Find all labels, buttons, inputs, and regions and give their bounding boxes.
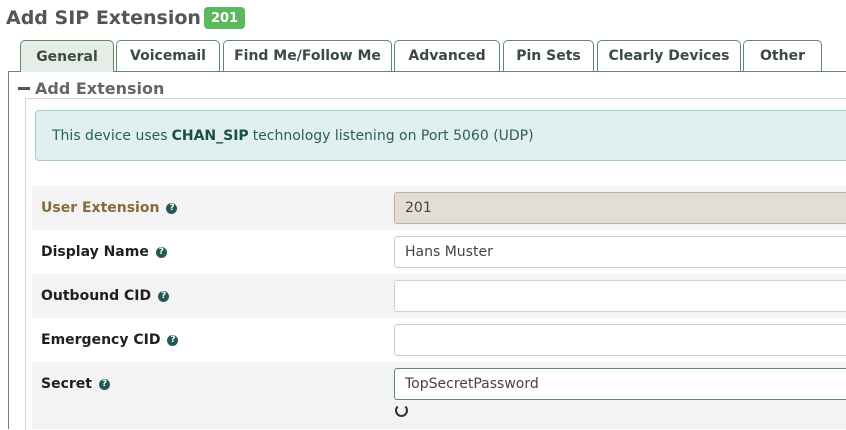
tab-other[interactable]: Other (743, 40, 822, 71)
user-extension-row: User Extension ? (32, 186, 846, 230)
emergency-cid-input[interactable] (394, 324, 846, 356)
tab-advanced[interactable]: Advanced (394, 40, 500, 71)
section-header[interactable]: Add Extension (18, 78, 164, 98)
secret-input[interactable] (394, 368, 846, 400)
help-icon[interactable]: ? (166, 202, 178, 214)
user-extension-label: User Extension ? (41, 186, 178, 230)
page-title-text: Add SIP Extension (6, 7, 201, 29)
secret-label: Secret ? (41, 362, 110, 406)
emergency-cid-label-text: Emergency CID (41, 332, 161, 348)
help-icon[interactable]: ? (167, 334, 179, 346)
help-icon[interactable]: ? (98, 378, 110, 390)
alert-suffix: technology listening on Port 5060 (UDP) (252, 127, 534, 144)
user-extension-label-text: User Extension (41, 200, 160, 216)
outbound-cid-label-text: Outbound CID (41, 288, 152, 304)
user-extension-input[interactable] (394, 192, 846, 224)
loading-spinner-icon (395, 404, 408, 417)
secret-label-text: Secret (41, 376, 92, 392)
section-title: Add Extension (35, 78, 165, 98)
outbound-cid-label: Outbound CID ? (41, 274, 170, 318)
tab-bar: General Voicemail Find Me/Follow Me Adva… (8, 40, 846, 72)
secret-row: Secret ? (32, 362, 846, 429)
outbound-cid-row: Outbound CID ? (32, 274, 846, 318)
outbound-cid-input[interactable] (394, 280, 846, 312)
display-name-label: Display Name ? (41, 230, 167, 274)
tab-find-me-follow-me[interactable]: Find Me/Follow Me (223, 40, 392, 71)
tab-general[interactable]: General (20, 40, 114, 72)
emergency-cid-label: Emergency CID ? (41, 318, 179, 362)
extension-badge: 201 (203, 7, 246, 29)
tab-voicemail[interactable]: Voicemail (116, 40, 220, 71)
tab-clearly-devices[interactable]: Clearly Devices (597, 40, 741, 71)
help-icon[interactable]: ? (155, 246, 167, 258)
page-title: Add SIP Extension 201 (6, 4, 246, 32)
alert-technology: CHAN_SIP (171, 127, 249, 144)
display-name-input[interactable] (394, 236, 846, 268)
emergency-cid-row: Emergency CID ? (32, 318, 846, 362)
display-name-label-text: Display Name (41, 244, 149, 260)
collapse-minus-icon[interactable] (18, 87, 30, 90)
technology-info-alert: This device uses CHAN_SIP technology lis… (35, 110, 846, 161)
help-icon[interactable]: ? (158, 290, 170, 302)
display-name-row: Display Name ? (32, 230, 846, 274)
alert-prefix: This device uses (52, 127, 168, 144)
tab-pin-sets[interactable]: Pin Sets (503, 40, 594, 71)
